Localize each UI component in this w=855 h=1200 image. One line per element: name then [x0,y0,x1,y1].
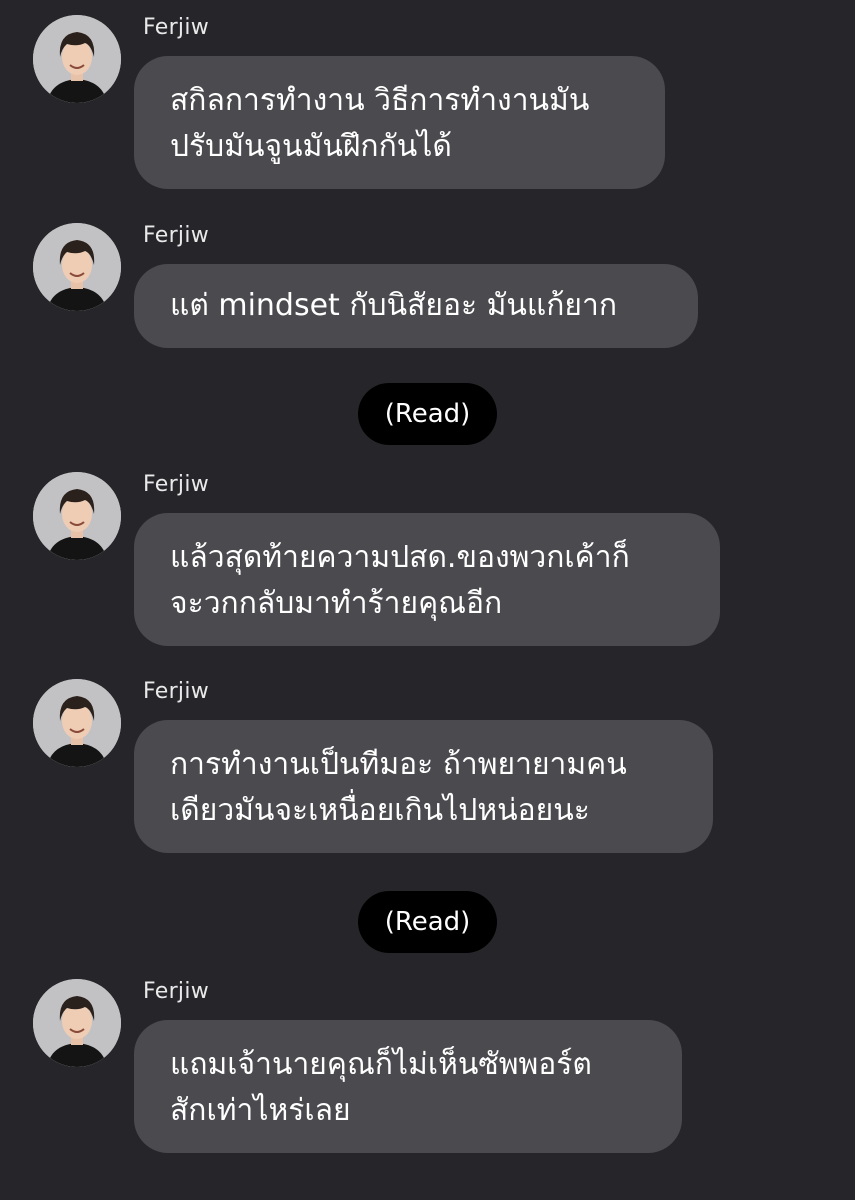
message-bubble[interactable]: แต่ mindset กับนิสัยอะ มันแก้ยาก [134,264,698,348]
message-text-line: ปรับมันจูนมันฝึกกันได้ [170,129,452,164]
sender-name: Ferjiw [143,679,210,704]
read-receipt: (Read) [358,383,497,445]
message-text-line: สกิลการทำงาน วิธีการทำงานมัน [170,83,590,118]
message-text-line: จะวกกลับมาทำร้ายคุณอีก [170,586,503,621]
sender-name: Ferjiw [143,223,210,248]
sender-name: Ferjiw [143,15,210,40]
avatar[interactable] [33,679,121,767]
avatar-photo-icon [33,979,121,1067]
avatar-photo-icon [33,223,121,311]
avatar-photo-icon [33,472,121,560]
avatar[interactable] [33,979,121,1067]
avatar[interactable] [33,223,121,311]
message-text-line: แถมเจ้านายคุณก็ไม่เห็นซัพพอร์ต [170,1047,592,1082]
message-text-line: การทำงานเป็นทีมอะ ถ้าพยายามคน [170,747,627,782]
sender-name: Ferjiw [143,979,210,1004]
message-bubble[interactable]: สกิลการทำงาน วิธีการทำงานมัน ปรับมันจูนม… [134,56,665,189]
avatar-photo-icon [33,679,121,767]
message-text-line: สักเท่าไหร่เลย [170,1093,351,1128]
message-bubble[interactable]: การทำงานเป็นทีมอะ ถ้าพยายามคน เดียวมันจะ… [134,720,713,853]
message-text-line: แล้วสุดท้ายความปสด.ของพวกเค้าก็ [170,540,630,575]
message-text-line: เดียวมันจะเหนื่อยเกินไปหน่อยนะ [170,793,590,828]
avatar[interactable] [33,15,121,103]
avatar[interactable] [33,472,121,560]
read-receipt: (Read) [358,891,497,953]
avatar-photo-icon [33,15,121,103]
message-text-line: แต่ mindset กับนิสัยอะ มันแก้ยาก [170,288,617,323]
message-bubble[interactable]: แล้วสุดท้ายความปสด.ของพวกเค้าก็ จะวกกลับ… [134,513,720,646]
message-bubble[interactable]: แถมเจ้านายคุณก็ไม่เห็นซัพพอร์ต สักเท่าไห… [134,1020,682,1153]
sender-name: Ferjiw [143,472,210,497]
